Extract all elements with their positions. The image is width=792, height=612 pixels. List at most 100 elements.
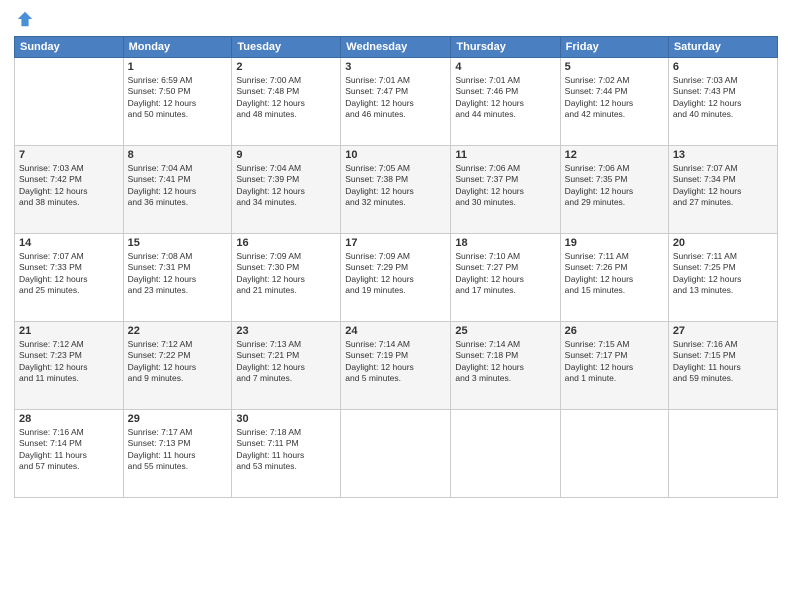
day-info: Sunrise: 7:14 AM Sunset: 7:19 PM Dayligh…	[345, 339, 446, 385]
header-thursday: Thursday	[451, 37, 560, 58]
day-number: 18	[455, 237, 555, 249]
calendar-cell: 11 Sunrise: 7:06 AM Sunset: 7:37 PM Dayli…	[451, 146, 560, 234]
day-number: 29	[128, 413, 228, 425]
day-info: Sunrise: 7:06 AM Sunset: 7:35 PM Dayligh…	[565, 163, 664, 209]
calendar-cell	[341, 410, 451, 498]
day-info: Sunrise: 7:17 AM Sunset: 7:13 PM Dayligh…	[128, 427, 228, 473]
calendar-cell: 14 Sunrise: 7:07 AM Sunset: 7:33 PM Dayli…	[15, 234, 124, 322]
day-number: 24	[345, 325, 446, 337]
day-info: Sunrise: 7:00 AM Sunset: 7:48 PM Dayligh…	[236, 75, 336, 121]
day-number: 15	[128, 237, 228, 249]
day-info: Sunrise: 7:01 AM Sunset: 7:46 PM Dayligh…	[455, 75, 555, 121]
day-number: 19	[565, 237, 664, 249]
day-number: 1	[128, 61, 228, 73]
logo	[14, 10, 34, 28]
day-info: Sunrise: 7:07 AM Sunset: 7:33 PM Dayligh…	[19, 251, 119, 297]
calendar-cell	[560, 410, 668, 498]
header-tuesday: Tuesday	[232, 37, 341, 58]
day-info: Sunrise: 7:02 AM Sunset: 7:44 PM Dayligh…	[565, 75, 664, 121]
day-number: 17	[345, 237, 446, 249]
day-info: Sunrise: 7:18 AM Sunset: 7:11 PM Dayligh…	[236, 427, 336, 473]
header-friday: Friday	[560, 37, 668, 58]
day-info: Sunrise: 7:04 AM Sunset: 7:39 PM Dayligh…	[236, 163, 336, 209]
calendar-table: SundayMondayTuesdayWednesdayThursdayFrid…	[14, 36, 778, 498]
day-number: 2	[236, 61, 336, 73]
header-saturday: Saturday	[668, 37, 777, 58]
week-row-4: 28 Sunrise: 7:16 AM Sunset: 7:14 PM Dayli…	[15, 410, 778, 498]
day-number: 30	[236, 413, 336, 425]
calendar-cell: 8 Sunrise: 7:04 AM Sunset: 7:41 PM Daylig…	[123, 146, 232, 234]
calendar-cell: 23 Sunrise: 7:13 AM Sunset: 7:21 PM Dayli…	[232, 322, 341, 410]
calendar-cell: 2 Sunrise: 7:00 AM Sunset: 7:48 PM Daylig…	[232, 58, 341, 146]
calendar-cell: 13 Sunrise: 7:07 AM Sunset: 7:34 PM Dayli…	[668, 146, 777, 234]
day-number: 13	[673, 149, 773, 161]
day-info: Sunrise: 7:13 AM Sunset: 7:21 PM Dayligh…	[236, 339, 336, 385]
calendar-cell: 18Sunrise: 7:10 AM Sunset: 7:27 PM Dayli…	[451, 234, 560, 322]
calendar-cell: 25 Sunrise: 7:14 AM Sunset: 7:18 PM Dayli…	[451, 322, 560, 410]
calendar-cell: 29 Sunrise: 7:17 AM Sunset: 7:13 PM Dayli…	[123, 410, 232, 498]
day-number: 6	[673, 61, 773, 73]
calendar-cell: 10 Sunrise: 7:05 AM Sunset: 7:38 PM Dayli…	[341, 146, 451, 234]
day-number: 28	[19, 413, 119, 425]
calendar-cell: 4 Sunrise: 7:01 AM Sunset: 7:46 PM Daylig…	[451, 58, 560, 146]
calendar-cell: 22Sunrise: 7:12 AM Sunset: 7:22 PM Dayli…	[123, 322, 232, 410]
day-info: Sunrise: 7:11 AM Sunset: 7:26 PM Dayligh…	[565, 251, 664, 297]
day-info: Sunrise: 7:16 AM Sunset: 7:15 PM Dayligh…	[673, 339, 773, 385]
calendar-cell: 21 Sunrise: 7:12 AM Sunset: 7:23 PM Dayli…	[15, 322, 124, 410]
day-number: 21	[19, 325, 119, 337]
calendar-cell: 17 Sunrise: 7:09 AM Sunset: 7:29 PM Dayli…	[341, 234, 451, 322]
calendar-cell: 16Sunrise: 7:09 AM Sunset: 7:30 PM Dayli…	[232, 234, 341, 322]
day-info: Sunrise: 7:03 AM Sunset: 7:42 PM Dayligh…	[19, 163, 119, 209]
day-number: 16	[236, 237, 336, 249]
calendar-cell: 24 Sunrise: 7:14 AM Sunset: 7:19 PM Dayli…	[341, 322, 451, 410]
day-info: Sunrise: 7:04 AM Sunset: 7:41 PM Dayligh…	[128, 163, 228, 209]
header-monday: Monday	[123, 37, 232, 58]
calendar-cell: 19 Sunrise: 7:11 AM Sunset: 7:26 PM Dayli…	[560, 234, 668, 322]
day-number: 25	[455, 325, 555, 337]
day-info: Sunrise: 7:01 AM Sunset: 7:47 PM Dayligh…	[345, 75, 446, 121]
calendar-header-row: SundayMondayTuesdayWednesdayThursdayFrid…	[15, 37, 778, 58]
day-info: Sunrise: 7:08 AM Sunset: 7:31 PM Dayligh…	[128, 251, 228, 297]
day-number: 10	[345, 149, 446, 161]
day-number: 23	[236, 325, 336, 337]
day-info: Sunrise: 7:15 AM Sunset: 7:17 PM Dayligh…	[565, 339, 664, 385]
day-number: 3	[345, 61, 446, 73]
day-number: 14	[19, 237, 119, 249]
day-info: Sunrise: 7:03 AM Sunset: 7:43 PM Dayligh…	[673, 75, 773, 121]
week-row-1: 7Sunrise: 7:03 AM Sunset: 7:42 PM Daylig…	[15, 146, 778, 234]
week-row-2: 14 Sunrise: 7:07 AM Sunset: 7:33 PM Dayli…	[15, 234, 778, 322]
calendar-cell: 3 Sunrise: 7:01 AM Sunset: 7:47 PM Daylig…	[341, 58, 451, 146]
day-info: Sunrise: 7:05 AM Sunset: 7:38 PM Dayligh…	[345, 163, 446, 209]
day-info: Sunrise: 7:12 AM Sunset: 7:23 PM Dayligh…	[19, 339, 119, 385]
calendar-cell: 7Sunrise: 7:03 AM Sunset: 7:42 PM Daylig…	[15, 146, 124, 234]
day-number: 20	[673, 237, 773, 249]
day-number: 27	[673, 325, 773, 337]
calendar-cell: 12 Sunrise: 7:06 AM Sunset: 7:35 PM Dayli…	[560, 146, 668, 234]
day-number: 5	[565, 61, 664, 73]
calendar-cell: 28 Sunrise: 7:16 AM Sunset: 7:14 PM Dayli…	[15, 410, 124, 498]
day-number: 9	[236, 149, 336, 161]
calendar-cell: 20 Sunrise: 7:11 AM Sunset: 7:25 PM Dayli…	[668, 234, 777, 322]
day-info: Sunrise: 7:06 AM Sunset: 7:37 PM Dayligh…	[455, 163, 555, 209]
logo-icon	[16, 10, 34, 28]
calendar-cell	[668, 410, 777, 498]
calendar-cell: 15 Sunrise: 7:08 AM Sunset: 7:31 PM Dayli…	[123, 234, 232, 322]
day-number: 12	[565, 149, 664, 161]
day-info: Sunrise: 7:11 AM Sunset: 7:25 PM Dayligh…	[673, 251, 773, 297]
day-info: Sunrise: 7:09 AM Sunset: 7:29 PM Dayligh…	[345, 251, 446, 297]
day-info: Sunrise: 7:07 AM Sunset: 7:34 PM Dayligh…	[673, 163, 773, 209]
calendar-cell: 1 Sunrise: 6:59 AM Sunset: 7:50 PM Daylig…	[123, 58, 232, 146]
calendar-cell: 6 Sunrise: 7:03 AM Sunset: 7:43 PM Daylig…	[668, 58, 777, 146]
calendar-cell: 30 Sunrise: 7:18 AM Sunset: 7:11 PM Dayli…	[232, 410, 341, 498]
calendar-cell	[451, 410, 560, 498]
week-row-0: 1 Sunrise: 6:59 AM Sunset: 7:50 PM Daylig…	[15, 58, 778, 146]
calendar-cell: 5 Sunrise: 7:02 AM Sunset: 7:44 PM Daylig…	[560, 58, 668, 146]
day-number: 8	[128, 149, 228, 161]
calendar-cell	[15, 58, 124, 146]
day-number: 11	[455, 149, 555, 161]
day-number: 4	[455, 61, 555, 73]
day-info: Sunrise: 7:16 AM Sunset: 7:14 PM Dayligh…	[19, 427, 119, 473]
day-info: Sunrise: 6:59 AM Sunset: 7:50 PM Dayligh…	[128, 75, 228, 121]
day-info: Sunrise: 7:14 AM Sunset: 7:18 PM Dayligh…	[455, 339, 555, 385]
calendar-cell: 9 Sunrise: 7:04 AM Sunset: 7:39 PM Daylig…	[232, 146, 341, 234]
